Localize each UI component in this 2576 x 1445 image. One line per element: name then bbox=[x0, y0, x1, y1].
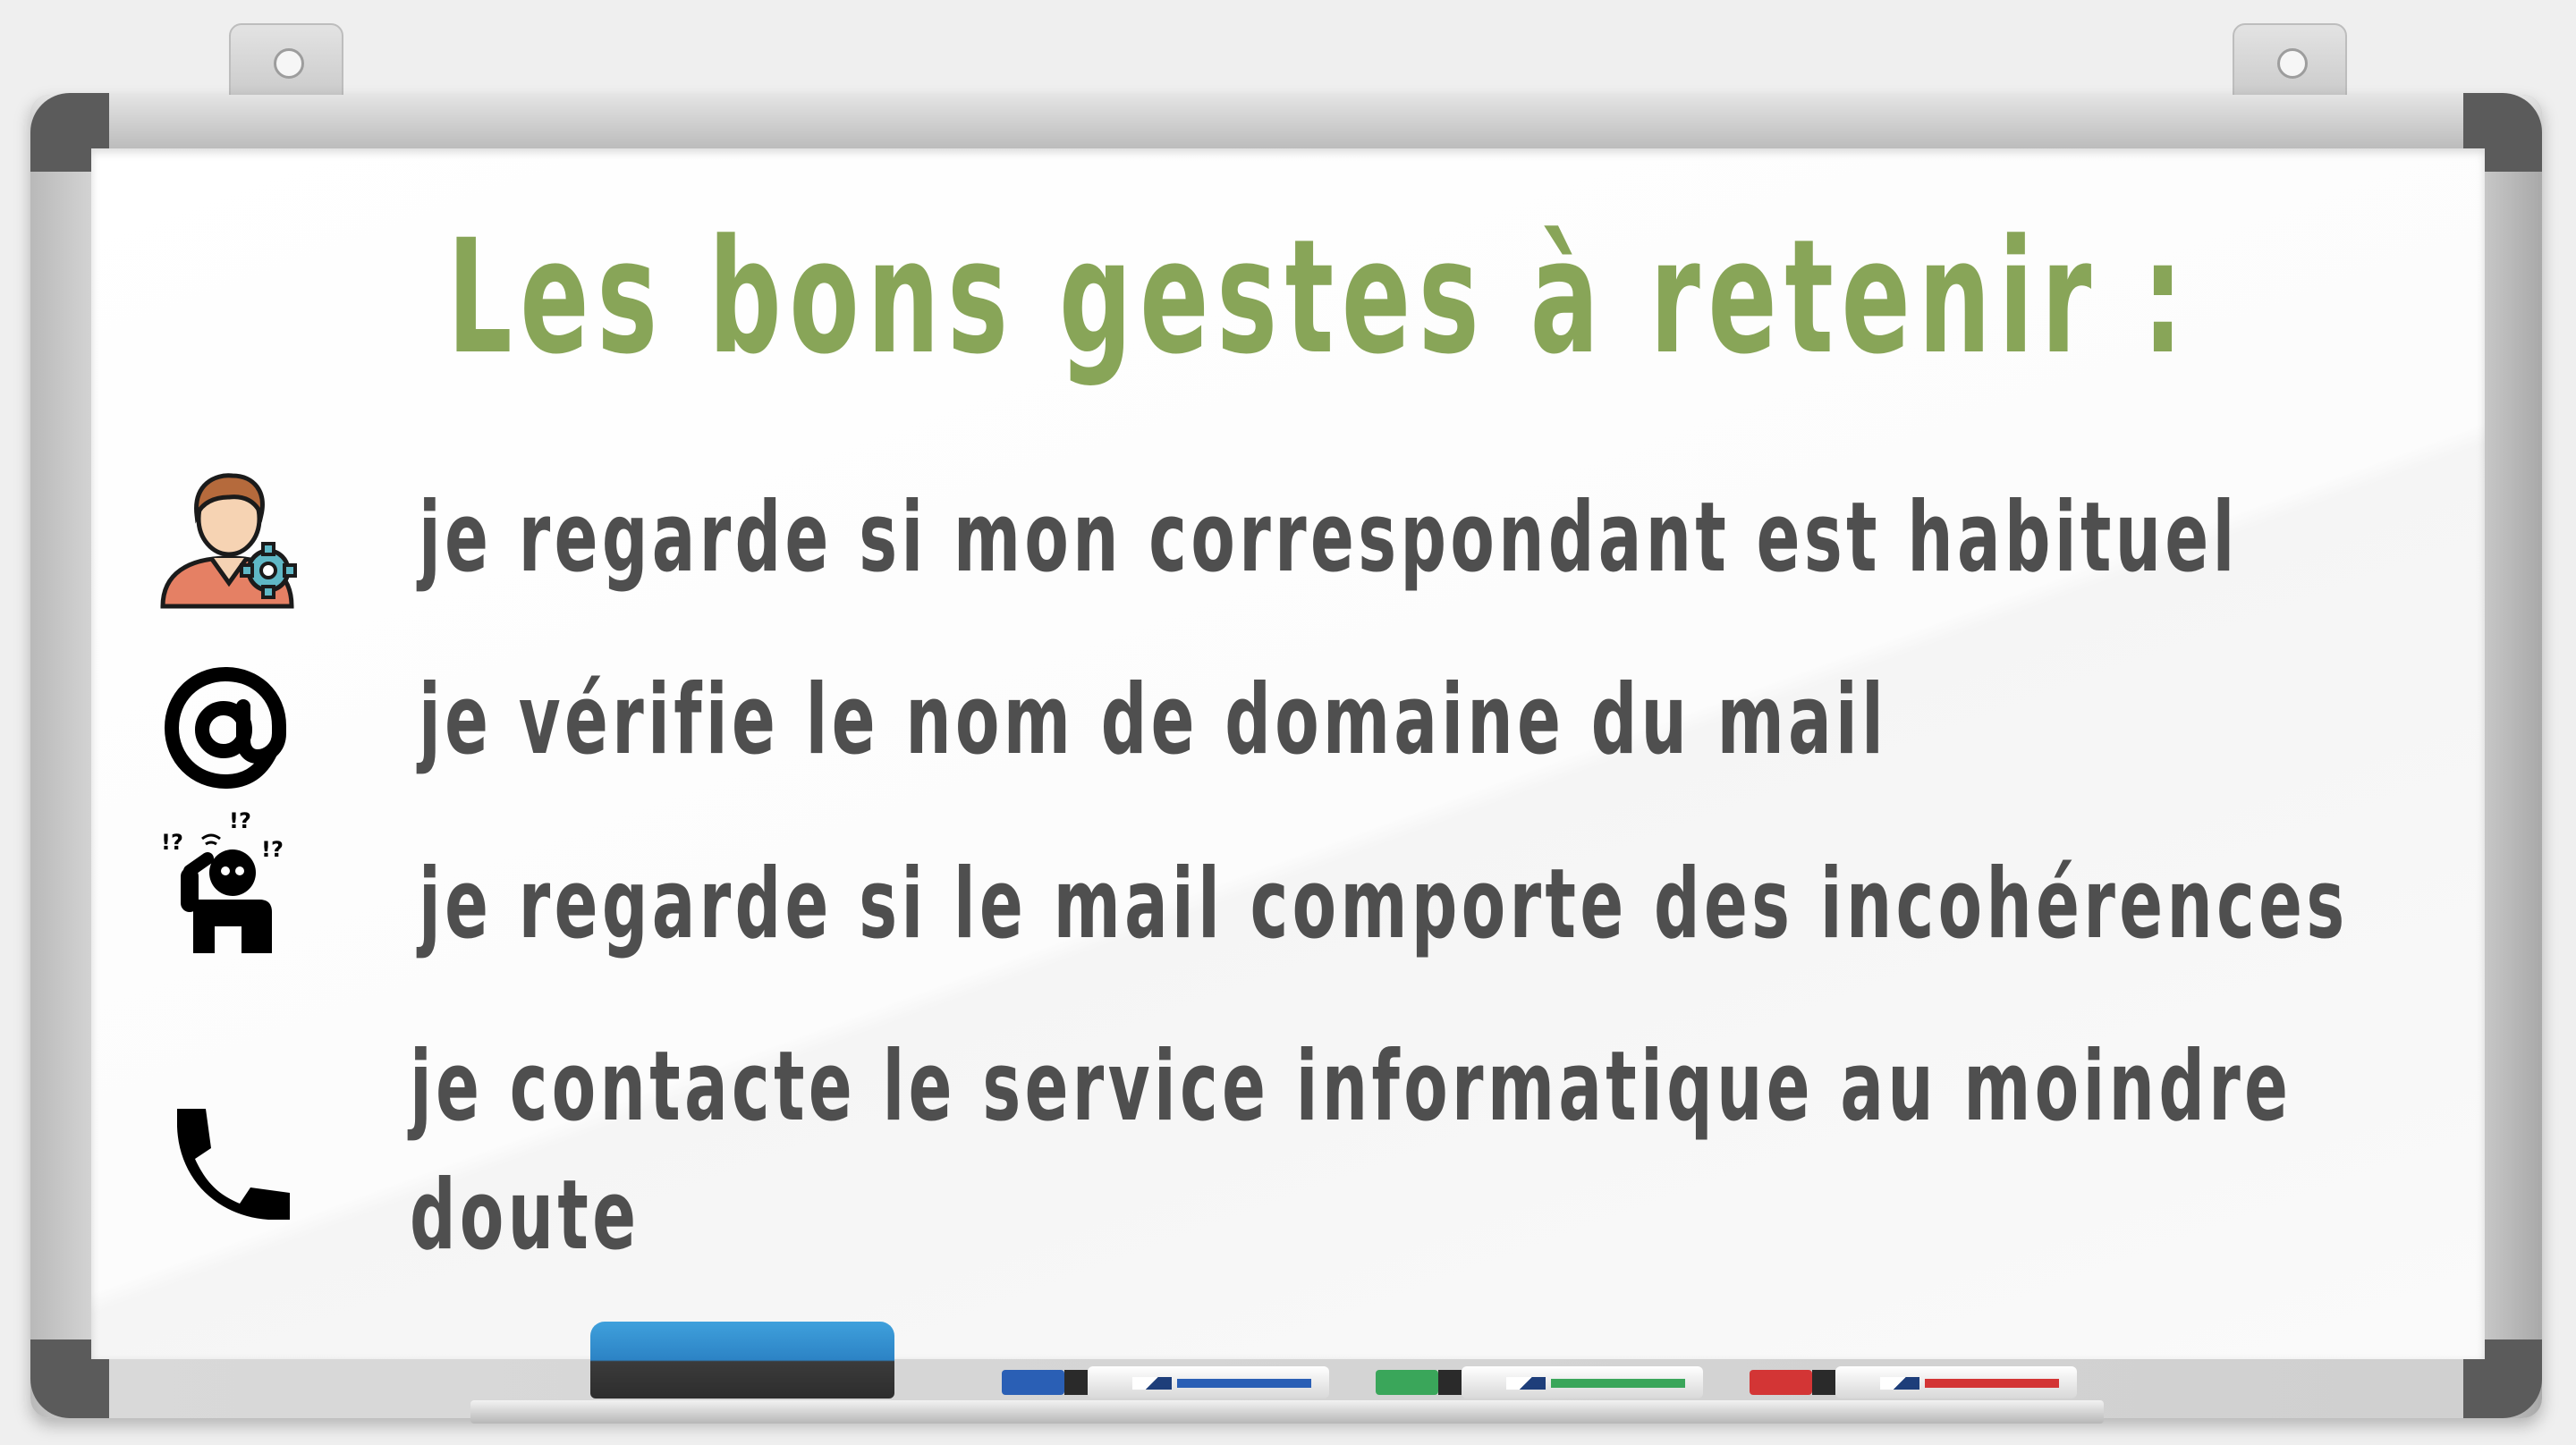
mounting-bracket-right bbox=[2233, 23, 2347, 104]
whiteboard-frame-top bbox=[30, 95, 2542, 148]
tip-item-3: je regarde si le mail comporte des incoh… bbox=[419, 849, 2349, 960]
tip-item-2: je vérifie le nom de domaine du mail bbox=[419, 664, 1888, 776]
marker-tray bbox=[470, 1400, 2104, 1424]
user-gear-icon bbox=[160, 473, 297, 609]
blue-marker bbox=[1002, 1366, 1333, 1399]
svg-text:!?: !? bbox=[261, 837, 284, 862]
tip-item-1: je regarde si mon correspondant est habi… bbox=[419, 482, 2239, 594]
red-marker bbox=[1750, 1366, 2080, 1399]
phone-icon bbox=[177, 1109, 290, 1220]
tip-item-4: je contacte le service informatique au m… bbox=[410, 1031, 2292, 1143]
screw-hole bbox=[274, 48, 304, 79]
svg-text:!?: !? bbox=[161, 830, 183, 855]
board-title: Les bons gestes à retenir : bbox=[447, 206, 2191, 389]
mounting-bracket-left bbox=[229, 23, 343, 104]
svg-text:!?: !? bbox=[229, 812, 251, 833]
tip-item-4-line2: doute bbox=[410, 1160, 640, 1272]
board-eraser bbox=[590, 1322, 894, 1399]
at-sign-icon bbox=[165, 667, 286, 789]
confused-person-icon: !? !? !? bbox=[161, 812, 284, 953]
green-marker bbox=[1376, 1366, 1707, 1399]
screw-hole bbox=[2277, 48, 2308, 79]
